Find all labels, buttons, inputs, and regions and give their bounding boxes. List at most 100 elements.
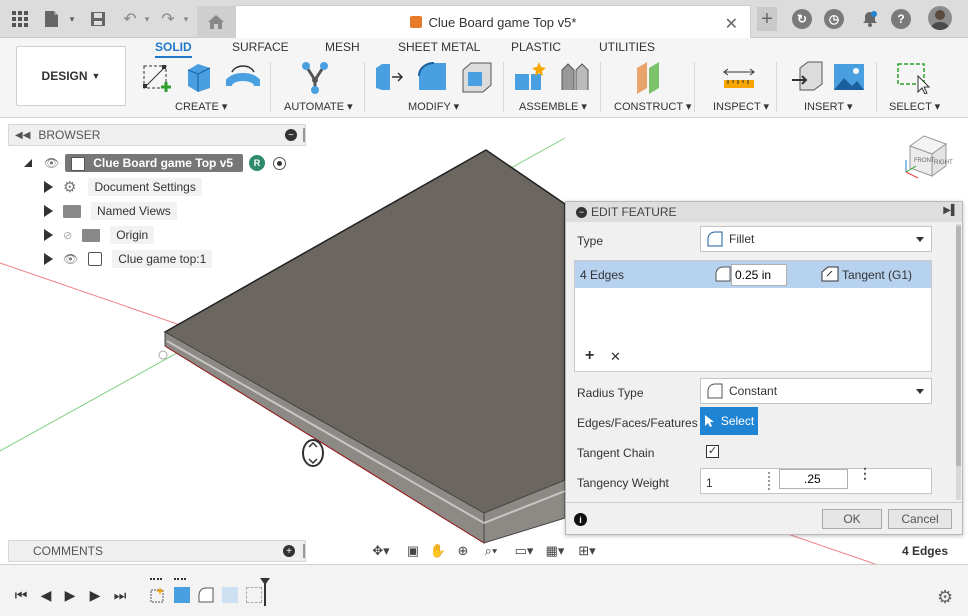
minimize-icon[interactable]: −	[576, 206, 587, 218]
expand-triangle-icon[interactable]	[44, 229, 53, 241]
create-sketch-icon[interactable]	[140, 60, 174, 94]
notifications-icon[interactable]	[860, 9, 880, 29]
document-tab[interactable]: Clue Board game Top v5* ✕	[235, 5, 751, 38]
tangency-weight-field[interactable]: 1 ⋮	[700, 466, 932, 494]
display-settings-icon[interactable]: ▭▾	[513, 542, 535, 560]
viewports-icon[interactable]: ⊞▾	[576, 542, 598, 560]
timeline-sketch-icon[interactable]	[150, 587, 166, 603]
add-edge-icon[interactable]: +	[585, 347, 594, 365]
construct-plane-icon[interactable]	[633, 60, 667, 94]
slider-handle[interactable]	[768, 472, 770, 490]
extrude-icon[interactable]	[182, 60, 216, 94]
avatar[interactable]	[928, 6, 952, 30]
continuity-value[interactable]: Tangent (G1)	[842, 268, 912, 282]
file-icon[interactable]	[42, 9, 62, 29]
tangent-chain-checkbox[interactable]: ✓	[706, 445, 719, 458]
timeline-feature-icon[interactable]	[246, 587, 262, 603]
extensions-icon[interactable]: ↻	[792, 9, 812, 29]
press-pull-icon[interactable]	[372, 60, 406, 94]
minimize-icon[interactable]: −	[285, 129, 297, 141]
add-comment-icon[interactable]: +	[283, 545, 295, 557]
tangency-weight-input[interactable]	[779, 469, 848, 489]
go-to-end-icon[interactable]: ⏭	[112, 587, 128, 603]
settings-gear-icon[interactable]: ⚙	[937, 587, 953, 608]
tab-surface[interactable]: SURFACE	[232, 40, 289, 54]
radius-input[interactable]	[731, 264, 787, 286]
radius-type-dropdown[interactable]: Constant	[700, 378, 932, 404]
ok-button[interactable]: OK	[822, 509, 882, 529]
more-options-icon[interactable]: ⋮	[858, 466, 872, 480]
timeline-marker[interactable]	[260, 578, 270, 606]
comments-panel-header[interactable]: COMMENTS +	[8, 540, 306, 562]
activate-radio-icon[interactable]	[273, 156, 287, 170]
tab-solid[interactable]: SOLID	[155, 40, 192, 58]
new-component-icon[interactable]	[513, 60, 547, 94]
job-status-icon[interactable]: ◷	[824, 9, 844, 29]
home-icon[interactable]	[197, 6, 235, 38]
expanded-triangle-icon[interactable]	[24, 159, 32, 167]
timeline-fillet-icon[interactable]	[198, 587, 214, 603]
browser-item-body[interactable]: 👁 Clue game top:1	[44, 249, 213, 269]
modify-group-label[interactable]: MODIFY ▾	[408, 100, 459, 113]
workspace-switcher[interactable]: DESIGN ▼	[16, 46, 126, 106]
select-window-icon[interactable]	[896, 60, 931, 95]
scrollbar[interactable]	[956, 224, 961, 500]
browser-root-item[interactable]: 👁 Clue Board game Top v5 R	[24, 153, 287, 173]
redo-icon[interactable]: ↷	[158, 9, 178, 29]
tab-sheet-metal[interactable]: SHEET METAL	[398, 40, 480, 54]
panel-pin-icon[interactable]	[303, 128, 305, 142]
undo-dropdown-icon[interactable]: ▾	[137, 9, 157, 29]
timeline-extrude-icon[interactable]	[174, 587, 190, 603]
play-icon[interactable]: ▶	[62, 587, 78, 603]
select-button[interactable]: Select	[700, 407, 758, 435]
grid-settings-icon[interactable]: ▦▾	[544, 542, 566, 560]
collapse-panel-icon[interactable]: ◀◀	[15, 130, 30, 141]
inspect-group-label[interactable]: INSPECT ▾	[713, 100, 769, 113]
create-group-label[interactable]: CREATE ▾	[175, 100, 227, 113]
automate-group-label[interactable]: AUTOMATE ▾	[284, 100, 353, 113]
step-forward-icon[interactable]: ▶	[87, 587, 103, 603]
expand-panel-icon[interactable]: ▶▌	[943, 205, 958, 216]
hidden-eye-icon[interactable]: ⊘	[63, 229, 72, 242]
go-to-start-icon[interactable]: ⏮	[13, 587, 29, 603]
fit-icon[interactable]: ⌕▾	[480, 542, 502, 560]
redo-dropdown-icon[interactable]: ▾	[176, 9, 196, 29]
grid-icon[interactable]	[10, 9, 30, 29]
info-icon[interactable]: i	[574, 513, 587, 526]
pan-hand-icon[interactable]: ✋	[427, 542, 449, 560]
tab-plastic[interactable]: PLASTIC	[511, 40, 561, 54]
dialog-header[interactable]: − EDIT FEATURE ▶▌	[566, 202, 962, 222]
edge-selection-list[interactable]: 4 Edges Tangent (G1) + ✕	[574, 260, 932, 372]
construct-group-label[interactable]: CONSTRUCT ▾	[614, 100, 691, 113]
insert-group-label[interactable]: INSERT ▾	[804, 100, 853, 113]
shell-icon[interactable]	[460, 60, 494, 94]
visibility-eye-icon[interactable]: 👁	[63, 252, 78, 266]
zoom-icon[interactable]: ⊕	[452, 542, 474, 560]
orbit-icon[interactable]: ✥▾	[370, 542, 392, 560]
browser-item-named-views[interactable]: Named Views	[44, 201, 177, 221]
browser-item-origin[interactable]: ⊘ Origin	[44, 225, 155, 245]
measure-icon[interactable]	[722, 60, 756, 94]
save-icon[interactable]	[88, 9, 108, 29]
revolve-icon[interactable]	[224, 60, 262, 94]
joint-icon[interactable]	[558, 60, 592, 94]
automate-icon[interactable]	[298, 60, 332, 94]
browser-panel-header[interactable]: ◀◀ BROWSER −	[8, 124, 306, 146]
insert-derive-icon[interactable]	[790, 60, 824, 94]
visibility-eye-icon[interactable]: 👁	[44, 156, 59, 170]
expand-triangle-icon[interactable]	[44, 253, 53, 265]
assemble-group-label[interactable]: ASSEMBLE ▾	[519, 100, 587, 113]
look-at-icon[interactable]: ▣	[402, 542, 424, 560]
select-group-label[interactable]: SELECT ▾	[889, 100, 940, 113]
help-icon[interactable]: ?	[891, 9, 911, 29]
expand-triangle-icon[interactable]	[44, 205, 53, 217]
cancel-button[interactable]: Cancel	[888, 509, 952, 529]
tab-mesh[interactable]: MESH	[325, 40, 360, 54]
timeline-feature-icon[interactable]	[222, 587, 238, 603]
insert-canvas-icon[interactable]	[832, 60, 866, 94]
step-back-icon[interactable]: ◀	[38, 587, 54, 603]
root-component[interactable]: Clue Board game Top v5	[65, 154, 244, 172]
fillet-icon[interactable]	[416, 60, 450, 94]
tab-utilities[interactable]: UTILITIES	[599, 40, 655, 54]
panel-pin-icon[interactable]	[303, 544, 305, 558]
